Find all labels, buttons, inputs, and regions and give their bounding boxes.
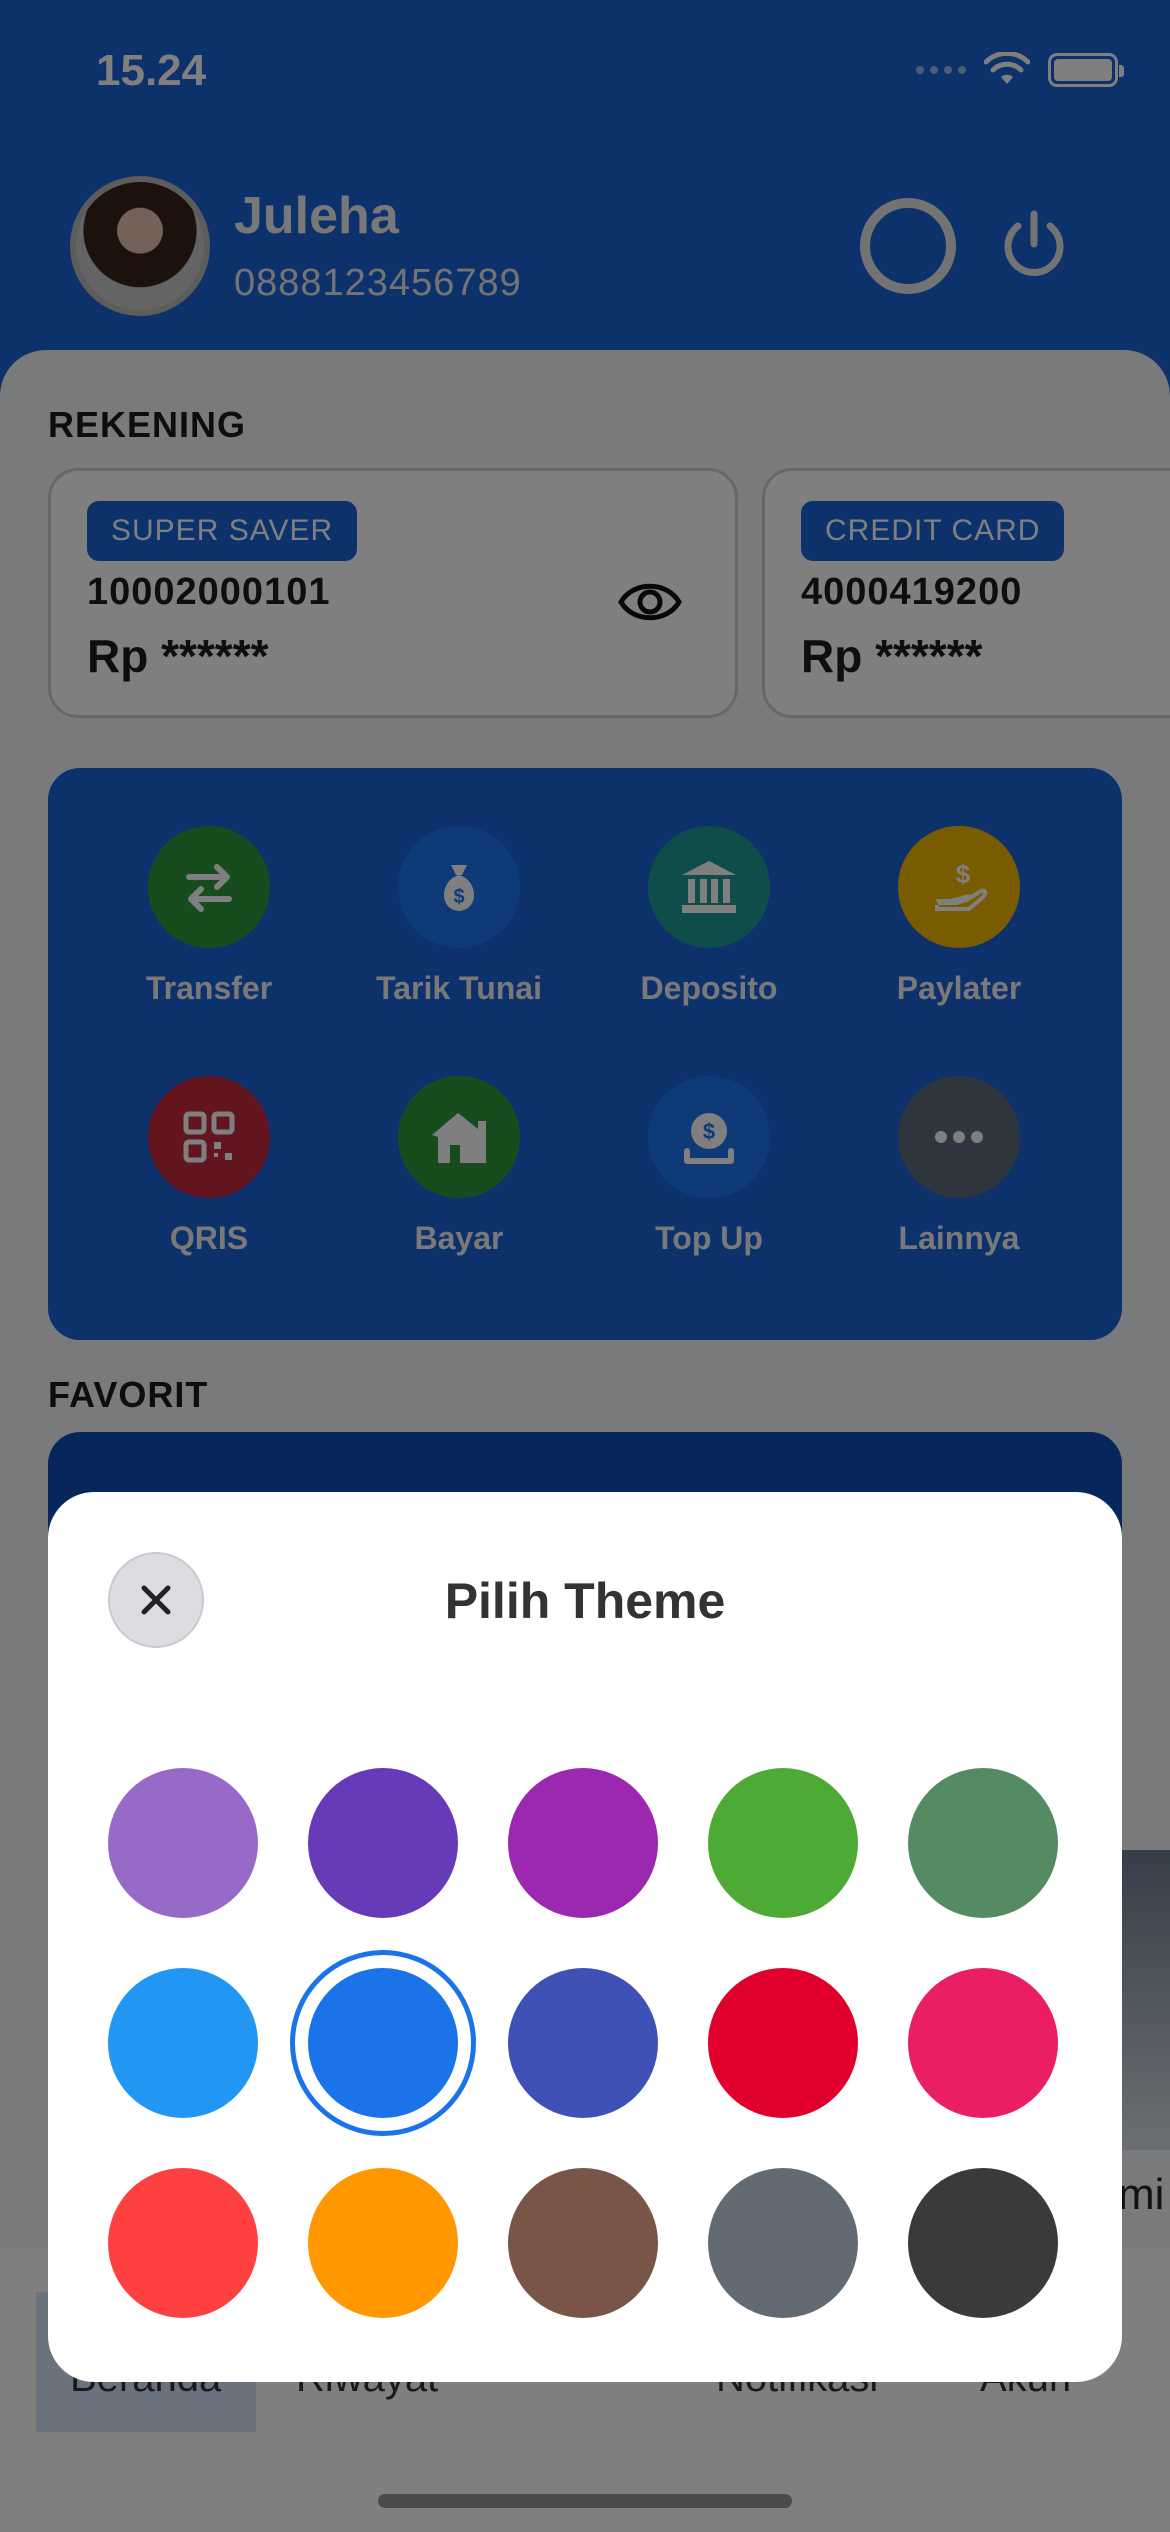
theme-swatch[interactable] (508, 2168, 658, 2318)
theme-swatch[interactable] (908, 1968, 1058, 2118)
theme-swatch[interactable] (908, 1768, 1058, 1918)
modal-title: Pilih Theme (444, 1573, 726, 1629)
theme-swatch[interactable] (108, 2168, 258, 2318)
theme-swatch[interactable] (308, 1768, 458, 1918)
home-indicator (378, 2494, 792, 2508)
theme-swatch[interactable] (508, 1968, 658, 2118)
theme-swatch[interactable] (108, 1968, 258, 2118)
theme-swatch[interactable] (708, 2168, 858, 2318)
theme-swatch[interactable] (708, 1968, 858, 2118)
theme-swatch-selected[interactable] (290, 1950, 476, 2136)
theme-swatch[interactable] (908, 2168, 1058, 2318)
theme-modal: Pilih Theme (48, 1492, 1122, 2382)
theme-swatch[interactable] (108, 1768, 258, 1918)
theme-swatch[interactable] (308, 2168, 458, 2318)
theme-swatch[interactable] (708, 1768, 858, 1918)
theme-swatch[interactable] (508, 1768, 658, 1918)
